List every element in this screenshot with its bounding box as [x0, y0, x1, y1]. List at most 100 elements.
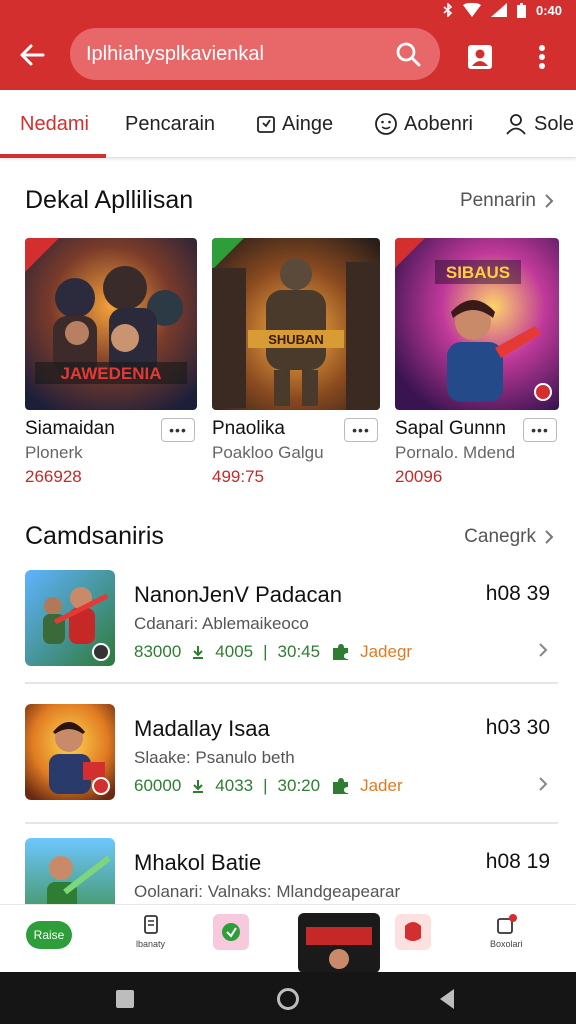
app-title: NanonJenV Padacan	[134, 582, 342, 607]
signal-icon	[490, 3, 507, 17]
list-item[interactable]: NanonJenV Padacan h08 39 Cdanari: Ablema…	[0, 570, 576, 692]
app-meta: 83000 4005 | 30:45 Jadegr	[134, 642, 412, 662]
chevron-right-icon	[545, 194, 554, 208]
tab-sole[interactable]: Sole	[504, 90, 574, 158]
artwork-title: SHUBAN	[268, 332, 324, 347]
list-item[interactable]: Mhakol Batie h08 19 Oolanari: Valnaks: M…	[0, 838, 576, 904]
search-input[interactable]: Iplhiahysplkavienkal	[70, 28, 440, 80]
smiley-icon	[375, 113, 397, 135]
list-item[interactable]: Madallay Isaa h03 30 Slaake: Psanulo bet…	[0, 704, 576, 826]
raise-button[interactable]: Raise	[26, 921, 72, 949]
see-more-label: Pennarin	[459, 190, 536, 211]
bottom-dock: Raise lbanaty Boxolari	[0, 904, 576, 973]
app-icon	[25, 570, 115, 666]
tab-pencarain[interactable]: Pencarain	[125, 90, 215, 158]
tab-bar: Nedami Pencarain Ainge Aobenri Sole	[0, 90, 576, 158]
featured-card[interactable]: SHUBAN Pnaolika ••• Poakloo Galgu 499:75	[212, 238, 380, 486]
library-icon	[143, 915, 158, 934]
app-title: Mhakol Batie	[134, 850, 262, 875]
more-options-button[interactable]: •••	[344, 418, 378, 442]
download-icon	[193, 646, 204, 659]
app-title: Madallay Isaa	[134, 716, 270, 741]
app-name: Siamaidan	[25, 418, 115, 439]
app-developer: Pornalo. Mdend	[395, 443, 516, 462]
more-options-button[interactable]	[524, 39, 560, 75]
app-name: Pnaolika	[212, 418, 285, 439]
back-arrow-icon	[20, 44, 45, 66]
back-button[interactable]	[14, 37, 50, 73]
app-time: h08 19	[485, 850, 550, 873]
game-poster-icon	[298, 913, 380, 973]
chevron-right-icon[interactable]	[538, 642, 548, 658]
see-more-label: Canegrk	[464, 526, 536, 547]
artwork-title: JAWEDENIA	[60, 364, 161, 383]
search-query: Iplhiahysplkavienkal	[86, 42, 264, 65]
app-meta: 60000 4033 | 30:20 Jader	[134, 776, 403, 796]
active-tab-indicator	[0, 154, 106, 158]
download-icon	[193, 780, 204, 793]
featured-card[interactable]: SIBAUS Sapal Gunnn ••• Pornalo. Mdend 20…	[395, 238, 559, 486]
app-duration: 30:45	[277, 642, 321, 661]
tab-label: Nedami	[20, 112, 89, 135]
account-button[interactable]	[462, 39, 498, 75]
app-developer: Poakloo Galgu	[212, 443, 324, 462]
person-icon	[506, 114, 526, 135]
puzzle-icon	[333, 644, 349, 660]
battery-icon	[516, 2, 526, 18]
featured-card[interactable]: JAWEDENIA Siamaidan ••• Plonerk 266928	[25, 238, 197, 486]
list-see-more-link[interactable]: Canegrk	[464, 526, 554, 548]
more-vert-icon	[539, 45, 545, 69]
dock-item-library[interactable]: lbanaty	[136, 913, 165, 949]
tab-label: Sole	[534, 112, 575, 135]
game-artwork: SHUBAN	[212, 238, 380, 410]
home-button[interactable]	[277, 988, 299, 1010]
account-icon	[468, 45, 492, 69]
wifi-icon	[462, 3, 481, 17]
tab-nedami[interactable]: Nedami	[20, 90, 89, 158]
box-icon	[497, 914, 518, 934]
featured-see-more-link[interactable]: Pennarin	[460, 190, 554, 212]
download-count: 499:75	[212, 467, 264, 486]
download-count: 20096	[395, 467, 443, 486]
list-divider	[25, 822, 558, 824]
dock-item-game-poster[interactable]	[298, 913, 380, 973]
app-time: h08 39	[485, 582, 550, 605]
app-thumbnail-icon	[213, 914, 249, 950]
tab-ainge[interactable]: Ainge	[256, 90, 333, 158]
app-icon	[25, 704, 115, 800]
recents-button[interactable]	[116, 990, 134, 1008]
more-options-button[interactable]: •••	[523, 418, 557, 442]
nav-back-button[interactable]	[438, 988, 456, 1015]
app-name: Sapal Gunnn	[395, 418, 506, 439]
app-tag: Jader	[360, 776, 403, 795]
triangle-back-icon	[440, 989, 454, 1009]
app-stat: 4005	[215, 642, 254, 661]
clock: 0:40	[535, 2, 562, 18]
more-options-button[interactable]: •••	[161, 418, 195, 442]
dock-item-app-green[interactable]	[212, 913, 250, 951]
artwork-title: SIBAUS	[446, 263, 510, 282]
app-time: h03 30	[485, 716, 550, 739]
bluetooth-icon	[443, 3, 453, 17]
chevron-right-icon	[545, 530, 554, 544]
dock-label: lbanaty	[136, 939, 166, 949]
app-bar: Iplhiahysplkavienkal	[0, 20, 576, 90]
app-icon	[25, 838, 115, 904]
app-price: 83000	[134, 642, 182, 661]
system-nav-bar	[0, 972, 576, 1024]
game-artwork: SIBAUS	[395, 238, 559, 410]
app-developer: Plonerk	[25, 443, 83, 462]
dock-item-app-red[interactable]	[394, 913, 432, 951]
status-bar: 0:40	[0, 0, 576, 20]
tab-aobenri[interactable]: Aobenri	[374, 90, 473, 158]
app-description: Slaake: Psanulo beth	[134, 748, 295, 767]
app-price: 60000	[134, 776, 182, 795]
chevron-right-icon[interactable]	[538, 776, 548, 792]
tab-label: Ainge	[282, 112, 334, 135]
featured-section-title: Dekal Apllilisan	[25, 186, 194, 214]
list-divider	[25, 682, 558, 684]
app-description: Cdanari: Ablemaikeoco	[134, 614, 309, 633]
game-artwork: JAWEDENIA	[25, 238, 197, 410]
dock-item-box[interactable]: Boxolari	[490, 913, 523, 949]
search-icon[interactable]	[386, 32, 430, 76]
